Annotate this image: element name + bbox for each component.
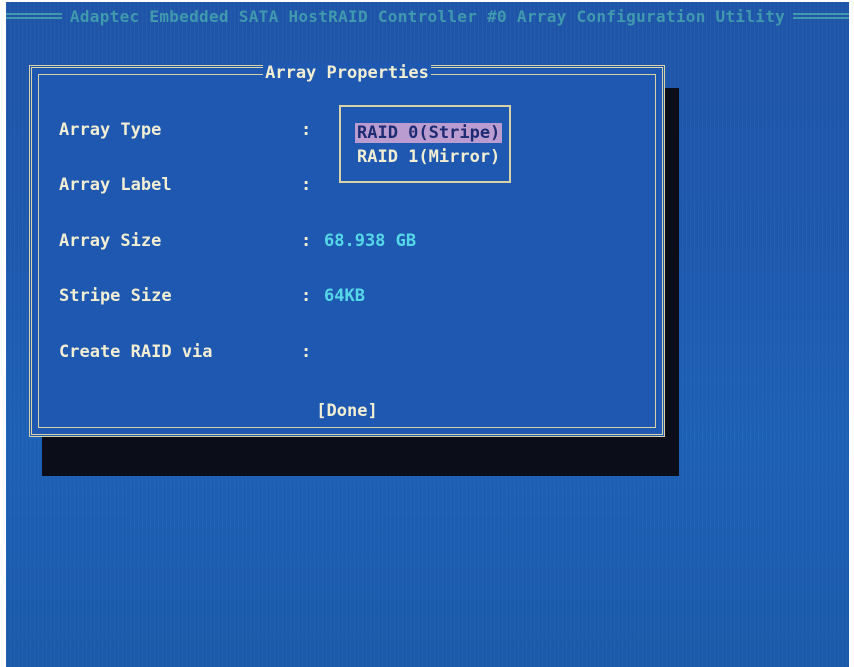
array-type-label: Array Type (59, 120, 162, 140)
option-raid-0[interactable]: RAID 0(Stripe) (355, 123, 503, 143)
array-label-separator: : (301, 175, 312, 195)
done-row: [Done] (39, 401, 655, 421)
dialog-title-text: Array Properties (263, 63, 431, 83)
bios-screen: Adaptec Embedded SATA HostRAID Controlle… (6, 2, 849, 667)
stripe-size-separator: : (301, 286, 312, 306)
done-button[interactable]: [Done] (312, 401, 381, 421)
stripe-size-value[interactable]: 64KB (324, 286, 365, 306)
title-rule-right (793, 13, 849, 19)
title-bar: Adaptec Embedded SATA HostRAID Controlle… (6, 5, 849, 27)
dialog-inner-frame: Array Properties Array Type : Array Labe… (38, 63, 656, 428)
option-raid-1[interactable]: RAID 1(Mirror) (355, 147, 502, 167)
create-raid-via-separator: : (301, 342, 312, 362)
dialog-title: Array Properties (39, 63, 655, 83)
create-raid-via-label: Create RAID via (59, 342, 213, 362)
array-size-value[interactable]: 68.938 GB (324, 231, 416, 251)
array-size-label: Array Size (59, 231, 162, 251)
title-rule-left (6, 13, 62, 19)
array-label-label: Array Label (59, 175, 172, 195)
array-type-dropdown[interactable]: RAID 0(Stripe) RAID 1(Mirror) (339, 105, 511, 183)
utility-title: Adaptec Embedded SATA HostRAID Controlle… (69, 6, 786, 26)
array-type-separator: : (301, 120, 312, 140)
stripe-size-label: Stripe Size (59, 286, 172, 306)
array-size-separator: : (301, 231, 312, 251)
array-properties-dialog: Array Properties Array Type : Array Labe… (29, 63, 665, 437)
